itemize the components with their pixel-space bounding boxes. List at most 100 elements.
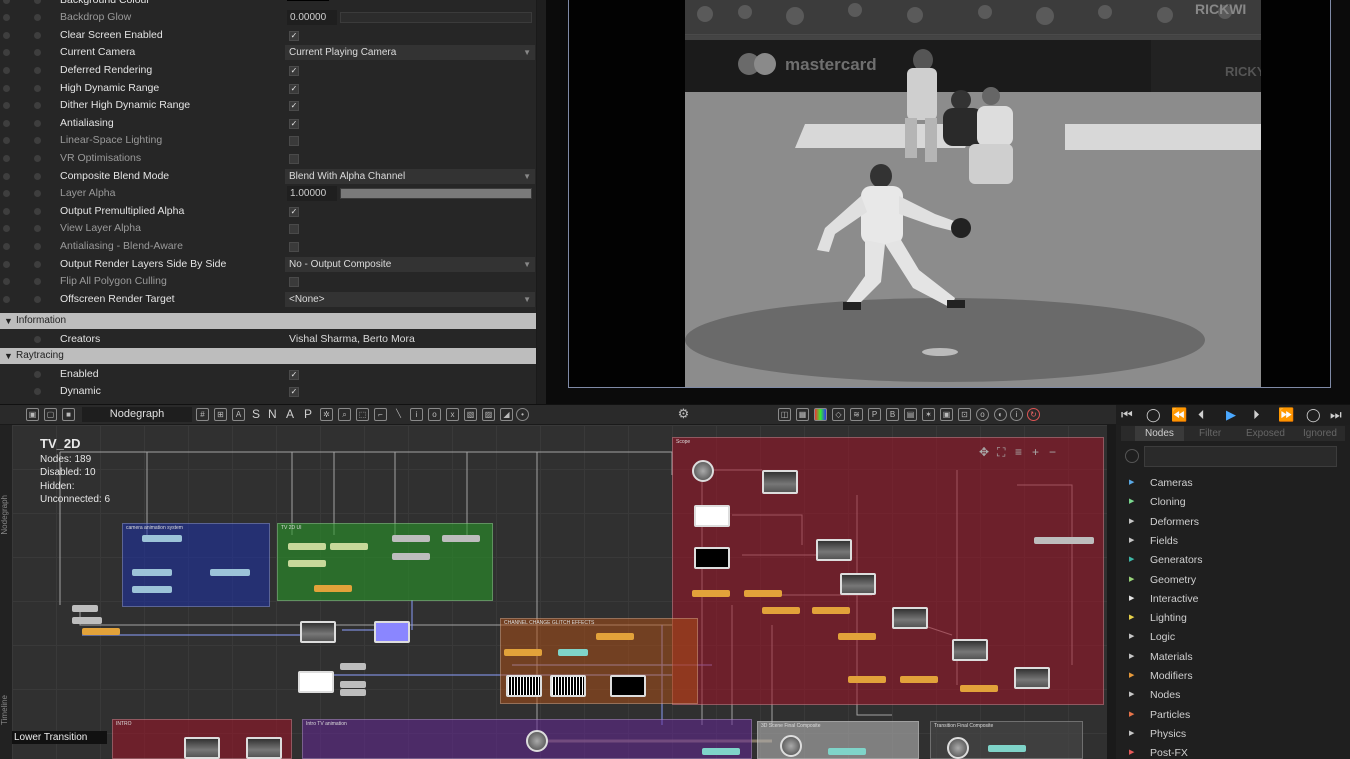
duplicate-icon[interactable]: ▢ <box>44 408 57 421</box>
color-swatch[interactable] <box>287 0 329 1</box>
select-box-icon[interactable]: ⬚ <box>356 408 369 421</box>
tab-nodes[interactable]: Nodes <box>1135 426 1184 441</box>
link-dot-icon[interactable] <box>34 278 41 286</box>
rewind-icon[interactable]: ⏪ <box>1171 407 1187 423</box>
animate-pin-icon[interactable] <box>3 278 10 286</box>
animate-pin-icon[interactable] <box>3 154 10 162</box>
toolbar-letter-s[interactable]: S <box>252 407 260 421</box>
export-icon[interactable]: x <box>446 408 459 421</box>
loop-forward-icon[interactable]: ◯ <box>1306 407 1321 423</box>
section-information[interactable]: ▼ Information <box>0 313 536 329</box>
collapse-triangle-icon[interactable]: ▼ <box>4 348 13 364</box>
step-forward-icon[interactable]: ⏵ <box>1253 407 1260 423</box>
output-icon[interactable]: o <box>428 408 441 421</box>
expand-arrow-icon[interactable]: ▶ <box>1129 572 1134 588</box>
property-checkbox[interactable]: ✓ <box>289 101 299 112</box>
window-icon[interactable]: ■ <box>62 408 75 421</box>
layers-icon[interactable]: ≋ <box>850 408 863 421</box>
color-w-button[interactable]: W <box>465 0 474 6</box>
info-icon[interactable]: i <box>1010 408 1023 421</box>
graph-move-icon[interactable]: ✥ <box>979 445 989 459</box>
link-dot-icon[interactable] <box>34 388 41 395</box>
graph-node[interactable] <box>340 689 366 696</box>
graph-node[interactable] <box>504 649 542 656</box>
node-thumbnail[interactable] <box>816 539 852 561</box>
graph-node[interactable] <box>812 607 850 614</box>
property-dropdown[interactable]: Current Playing Camera ▼ <box>285 45 535 61</box>
property-checkbox[interactable] <box>289 136 299 147</box>
graph-node[interactable] <box>210 569 250 576</box>
step-back-icon[interactable]: ⏴ <box>1198 407 1205 423</box>
property-dropdown[interactable]: <None> ▼ <box>285 291 535 307</box>
node-thumbnail[interactable] <box>300 621 336 643</box>
expand-arrow-icon[interactable]: ▶ <box>1129 494 1134 510</box>
node-group-icon[interactable]: ⊞ <box>214 408 227 421</box>
graph-node[interactable] <box>314 585 352 592</box>
animate-pin-icon[interactable] <box>3 260 10 268</box>
graph-node[interactable] <box>72 617 102 624</box>
globe-icon[interactable]: o <box>976 408 989 421</box>
cube-icon[interactable]: ◇ <box>832 408 845 421</box>
graph-node[interactable] <box>596 633 634 640</box>
link-dot-icon[interactable] <box>34 242 41 250</box>
node-thumbnail[interactable] <box>694 547 730 569</box>
section-raytracing[interactable]: ▼ Raytracing <box>0 348 536 364</box>
hatch-icon[interactable]: ▧ <box>464 408 477 421</box>
step-icon[interactable]: ⌐ <box>374 408 387 421</box>
search-icon[interactable]: ⌕ <box>338 408 351 421</box>
animate-pin-icon[interactable] <box>3 207 10 215</box>
node-thumbnail[interactable] <box>952 639 988 661</box>
link-dot-icon[interactable] <box>34 190 41 198</box>
animate-pin-icon[interactable] <box>3 66 10 74</box>
line-icon[interactable]: ╲ <box>392 408 405 421</box>
node-thumbnail[interactable] <box>694 505 730 527</box>
property-number-input[interactable]: 1.00000 <box>287 186 337 202</box>
expand-arrow-icon[interactable]: ▶ <box>1129 514 1134 530</box>
expand-arrow-icon[interactable]: ▶ <box>1129 687 1134 703</box>
record-icon[interactable]: • <box>516 408 529 421</box>
properties-scrollbar[interactable] <box>537 0 546 404</box>
animate-pin-icon[interactable] <box>3 14 10 22</box>
toolbar-letter-p[interactable]: P <box>304 407 312 421</box>
color-channels-icon[interactable] <box>814 408 827 421</box>
collapse-triangle-icon[interactable]: ▼ <box>4 313 13 329</box>
property-checkbox[interactable]: ✓ <box>289 369 299 380</box>
graph-node[interactable] <box>762 607 800 614</box>
link-dot-icon[interactable] <box>34 172 41 180</box>
property-slider[interactable] <box>340 188 532 200</box>
node-thumbnail[interactable] <box>298 671 334 693</box>
node-thumbnail[interactable] <box>1014 667 1050 689</box>
grid-icon[interactable]: # <box>196 408 209 421</box>
expand-arrow-icon[interactable]: ▶ <box>1129 475 1134 491</box>
graph-node[interactable] <box>900 676 938 683</box>
node-thumbnail[interactable] <box>184 737 220 759</box>
animate-pin-icon[interactable] <box>3 31 10 39</box>
go-to-start-icon[interactable]: ⏮ <box>1121 407 1133 423</box>
link-dot-icon[interactable] <box>34 0 41 4</box>
expand-arrow-icon[interactable]: ▶ <box>1129 726 1134 742</box>
graph-node[interactable] <box>288 543 326 550</box>
gamepad-icon[interactable]: ⊡ <box>958 408 971 421</box>
link-dot-icon[interactable] <box>34 66 41 74</box>
animate-pin-icon[interactable] <box>3 102 10 110</box>
go-to-end-icon[interactable]: ⏭ <box>1330 407 1342 423</box>
node-circle[interactable] <box>526 730 548 752</box>
graph-node[interactable] <box>692 590 730 597</box>
node-circle[interactable] <box>947 737 969 759</box>
property-checkbox[interactable]: ✓ <box>289 206 299 217</box>
toolbar-letter-n[interactable]: N <box>268 407 277 421</box>
graph-node[interactable] <box>744 590 782 597</box>
expand-arrow-icon[interactable]: ▶ <box>1129 649 1134 665</box>
toolbar-letter-a[interactable]: A <box>286 407 294 421</box>
expand-arrow-icon[interactable]: ▶ <box>1129 610 1134 626</box>
link-dot-icon[interactable] <box>34 370 41 378</box>
animate-pin-icon[interactable] <box>3 172 10 180</box>
graph-node[interactable] <box>828 748 866 755</box>
expand-arrow-icon[interactable]: ▶ <box>1129 629 1134 645</box>
link-dot-icon[interactable] <box>34 31 41 39</box>
node-thumbnail[interactable] <box>246 737 282 759</box>
graph-list-icon[interactable]: ≡ <box>1015 445 1022 459</box>
property-checkbox[interactable]: ✓ <box>289 83 299 94</box>
graph-node[interactable] <box>848 676 886 683</box>
link-dot-icon[interactable] <box>34 119 41 127</box>
